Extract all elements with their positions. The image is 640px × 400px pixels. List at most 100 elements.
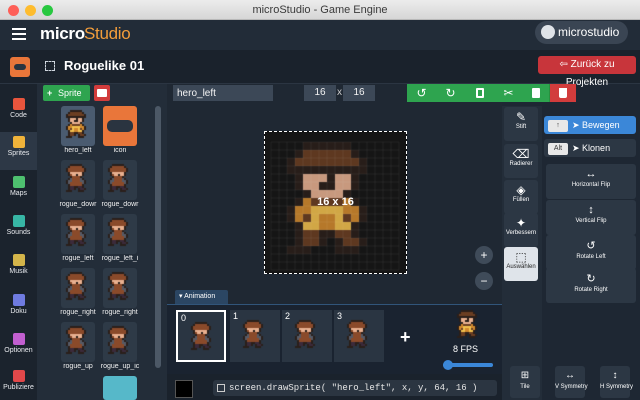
sprite-height-input[interactable]: 16 (343, 85, 375, 101)
rogue-sprite-image (61, 268, 95, 308)
animation-frame-3[interactable]: 3 (334, 310, 384, 362)
project-icon (10, 57, 30, 77)
code-snippet[interactable]: screen.drawSprite( "hero_left", x, y, 64… (213, 380, 497, 396)
copy-button[interactable] (465, 84, 495, 102)
color-picker-swatch[interactable] (175, 380, 193, 398)
animation-tab[interactable]: ▾ Animation (175, 290, 228, 304)
sidebar-item-code[interactable]: Code (0, 94, 37, 132)
cut-button[interactable]: ✂ (494, 84, 524, 102)
sprite-tile[interactable]: rogue_dowr (57, 158, 99, 210)
speaker-icon (12, 215, 25, 227)
sprite-label: rogue_right (60, 309, 96, 316)
select-icon: ⬚ (515, 250, 527, 264)
sidebar-item-publiziere[interactable]: Publiziere (0, 366, 37, 400)
sprite-label: rogue_right (102, 309, 138, 316)
back-arrow-icon: ⇦ (559, 59, 571, 70)
sprite-tile[interactable]: rogue_left_i (99, 212, 141, 264)
vertical-flip-button[interactable]: ↕ Vertical Flip (546, 200, 636, 235)
fps-slider-handle[interactable] (443, 360, 453, 370)
sprite-tile[interactable]: rogue_dowr (99, 158, 141, 210)
sidebar-item-label: Optionen (4, 347, 33, 354)
sprite-tile[interactable]: rogue_up_ic (99, 320, 141, 372)
sprite-thumbnail (61, 322, 95, 362)
h-symmetry-button[interactable]: ↕ H Symmetry (600, 366, 633, 398)
fill-tool-button[interactable]: ◈ Füllen (504, 180, 538, 214)
magic-tool-button[interactable]: ✦ Verbessern (504, 213, 538, 247)
rotate-right-button[interactable]: ↻ Rotate Right (546, 268, 636, 303)
zoom-out-icon: − (480, 274, 488, 288)
move-mode-button[interactable]: ↑ ➤ Bewegen (544, 116, 636, 134)
sprite-thumbnail-partial[interactable] (103, 376, 137, 400)
eraser-tool-button[interactable]: ⌫ Radierer (504, 144, 538, 178)
rogue-sprite-image (103, 322, 137, 362)
tool-label: Stift (515, 124, 527, 130)
hamburger-menu-icon[interactable] (12, 28, 26, 40)
undo-button[interactable]: ↺ (407, 84, 437, 102)
sprite-tile-icon[interactable]: icon (99, 104, 141, 156)
animation-frame-0[interactable]: 0 (176, 310, 226, 362)
clone-label: Klonen (582, 143, 611, 153)
sprite-label: rogue_dowr (101, 201, 139, 208)
sprite-tile[interactable]: rogue_up (57, 320, 99, 372)
sprite-tile-hero-left[interactable]: hero_left (57, 104, 99, 156)
rotate-left-button[interactable]: ↺ Rotate Left (546, 235, 636, 270)
animation-frame-1[interactable]: 1 (230, 310, 280, 362)
zoom-out-button[interactable]: − (475, 272, 493, 290)
tile-toggle-button[interactable]: ⊞ Tile (510, 366, 540, 398)
sprite-thumbnail (103, 268, 137, 308)
add-folder-button[interactable] (94, 85, 110, 101)
h-symmetry-label: H Symmetry (600, 384, 633, 390)
sprite-name-input[interactable] (173, 85, 273, 101)
add-sprite-button[interactable]: + Sprite (43, 85, 90, 101)
frame-sprite-image (290, 316, 324, 356)
sidebar-item-sounds[interactable]: Sounds (0, 211, 37, 249)
v-symmetry-button[interactable]: ↔ V Symmetry (555, 366, 588, 398)
rogue-sprite-image (61, 160, 95, 200)
preview-sprite-image (452, 306, 486, 346)
trash-icon (559, 88, 567, 98)
sidebar-item-maps[interactable]: Maps (0, 172, 37, 210)
clone-mode-button[interactable]: Alt ➤ Klonen (544, 139, 636, 157)
pencil-icon: ✎ (515, 110, 527, 124)
gear-icon (12, 333, 25, 345)
rogue-sprite-image (103, 160, 137, 200)
paste-button[interactable] (522, 84, 550, 102)
rotate-right-icon: ↻ (586, 273, 596, 285)
sprite-tile[interactable]: rogue_left (57, 212, 99, 264)
sidebar-item-optionen[interactable]: Optionen (0, 329, 37, 367)
select-tool-button[interactable]: ⬚ Auswählen (504, 247, 538, 281)
sprite-label: rogue_left (62, 255, 94, 262)
brand-logo-studio: Studio (84, 24, 131, 43)
sprite-tile[interactable]: rogue_right (57, 266, 99, 318)
pencil-tool-button[interactable]: ✎ Stift (504, 107, 538, 141)
back-to-projects-button[interactable]: ⇦ Zurück zu Projekten (538, 56, 636, 88)
add-frame-button[interactable]: + (400, 327, 411, 348)
copy-code-icon[interactable] (217, 384, 225, 392)
map-icon (12, 176, 25, 188)
redo-button[interactable]: ↻ (436, 84, 466, 102)
sprite-thumbnail (61, 214, 95, 254)
sprite-tile[interactable]: rogue_right (99, 266, 141, 318)
sidebar-item-sprites[interactable]: Sprites (0, 132, 37, 170)
app-window: { "window":{"title":"microStudio - Game … (0, 0, 640, 400)
sidebar-item-label: Sounds (6, 229, 31, 236)
sidebar-item-musik[interactable]: Musik (0, 250, 37, 288)
sprite-list-scrollbar[interactable] (155, 106, 161, 368)
sprite-width-input[interactable]: 16 (304, 85, 336, 101)
transform-label: Horizontal Flip (571, 182, 611, 188)
alt-key-icon: Alt (548, 142, 568, 155)
zoom-in-button[interactable]: + (475, 246, 493, 264)
horizontal-flip-button[interactable]: ↔ Horizontal Flip (546, 164, 636, 199)
plus-icon: + (400, 327, 411, 347)
fps-slider[interactable] (443, 360, 493, 370)
h-symmetry-icon: ↕ (612, 370, 618, 381)
tool-label: Radierer (509, 161, 533, 167)
fullscreen-icon[interactable] (45, 61, 55, 71)
sidebar-item-label: Doku (10, 308, 27, 315)
delete-button[interactable] (550, 84, 576, 102)
shift-key-icon: ↑ (548, 119, 568, 132)
animation-preview (452, 306, 486, 346)
transform-label: Rotate Left (576, 254, 606, 260)
animation-frame-2[interactable]: 2 (282, 310, 332, 362)
sidebar-item-doku[interactable]: Doku (0, 290, 37, 328)
